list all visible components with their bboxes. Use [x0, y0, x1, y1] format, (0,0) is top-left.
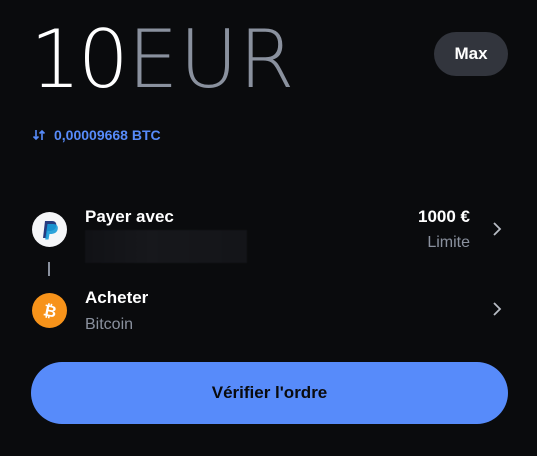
conversion-value: 0,00009668 BTC [54, 127, 161, 143]
buy-row[interactable]: ₿ Acheter Bitcoin [30, 285, 510, 345]
conversion-toggle[interactable]: 0,00009668 BTC [32, 127, 161, 143]
verify-order-label: Vérifier l'ordre [211, 383, 328, 402]
payment-account-masked [85, 230, 247, 263]
max-button[interactable]: Max [434, 32, 508, 76]
chevron-right-icon [492, 302, 502, 316]
pay-with-row[interactable]: Payer avec 1000 € Limite [30, 200, 510, 270]
bitcoin-icon: ₿ [32, 293, 67, 328]
max-button-label: Max [454, 44, 488, 63]
pay-limit-value: 1000 € [418, 207, 470, 226]
paypal-icon [32, 212, 67, 247]
chevron-right-icon [492, 222, 502, 236]
row-connector [48, 262, 50, 276]
buy-title: Acheter [85, 288, 149, 307]
amount-value: 10 [30, 13, 129, 106]
buy-asset: Bitcoin [85, 316, 134, 333]
pay-with-title: Payer avec [85, 207, 174, 226]
amount-display[interactable]: 10 EUR [30, 20, 295, 100]
swap-icon [32, 128, 46, 142]
amount-currency: EUR [127, 13, 296, 106]
pay-limit-label: Limite [427, 234, 470, 251]
svg-text:₿: ₿ [41, 301, 58, 321]
verify-order-button[interactable]: Vérifier l'ordre [31, 362, 508, 424]
